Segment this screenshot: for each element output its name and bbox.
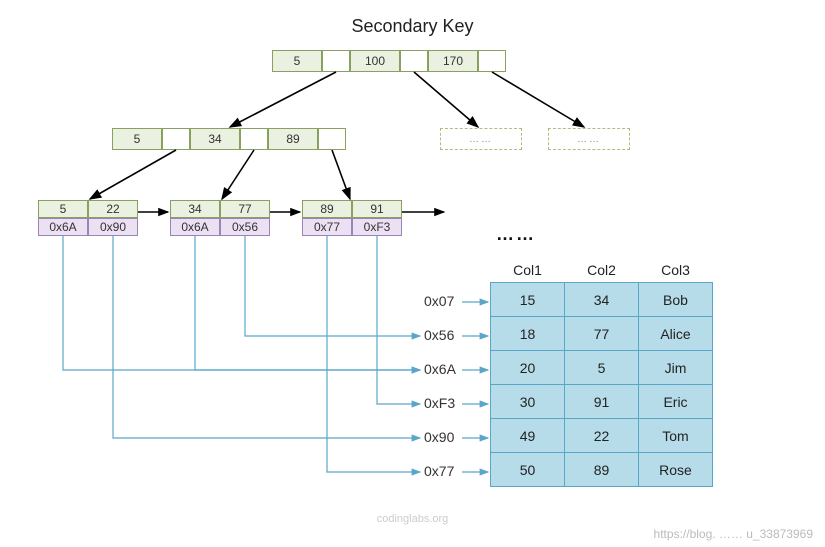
table-cell: Eric [639,385,713,419]
leaf2-key0: 89 [302,200,352,218]
l1-ptr-0 [162,128,190,150]
leaf-node-1: 34 77 0x6A 0x56 [170,200,270,236]
leaf1-ptr0: 0x6A [170,218,220,236]
root-node: 5 100 170 [272,50,506,72]
leaf0-key0: 5 [38,200,88,218]
table-cell: 49 [491,419,565,453]
l1-key-0: 5 [112,128,162,150]
table-cell: 20 [491,351,565,385]
internal-node-placeholder-1: …… [440,128,522,150]
leaf0-ptr1: 0x90 [88,218,138,236]
table-cell: Tom [639,419,713,453]
row-address-label: 0x56 [424,327,454,343]
row-address-label: 0x6A [424,361,456,377]
col-header-3: Col3 [639,258,713,283]
table-cell: 89 [565,453,639,487]
leaf1-key1: 77 [220,200,270,218]
leaf2-ptr0: 0x77 [302,218,352,236]
root-ptr-2 [478,50,506,72]
table-cell: 22 [565,419,639,453]
leaf-node-0: 5 22 0x6A 0x90 [38,200,138,236]
col-header-2: Col2 [565,258,639,283]
watermark-center: codinglabs.org [0,513,825,525]
l1-key-2: 89 [268,128,318,150]
table-row: 5089Rose [491,453,713,487]
root-key-2: 170 [428,50,478,72]
root-key-1: 100 [350,50,400,72]
table-cell: 91 [565,385,639,419]
diagram-title: Secondary Key [0,16,825,37]
root-ptr-1 [400,50,428,72]
data-table: Col1 Col2 Col3 1534Bob1877Alice205Jim309… [490,258,713,487]
leaf2-ptr1: 0xF3 [352,218,402,236]
root-key-0: 5 [272,50,322,72]
l1-ptr-1 [240,128,268,150]
table-cell: 77 [565,317,639,351]
leaf-continuation-dots: …… [496,224,536,245]
table-row: 1877Alice [491,317,713,351]
table-cell: Jim [639,351,713,385]
table-cell: Bob [639,283,713,317]
table-cell: 34 [565,283,639,317]
leaf1-ptr1: 0x56 [220,218,270,236]
leaf1-key0: 34 [170,200,220,218]
root-ptr-0 [322,50,350,72]
leaf0-key1: 22 [88,200,138,218]
table-row: 4922Tom [491,419,713,453]
table-cell: Alice [639,317,713,351]
leaf0-ptr0: 0x6A [38,218,88,236]
table-row: 205Jim [491,351,713,385]
table-cell: 30 [491,385,565,419]
l1-ptr-2 [318,128,346,150]
internal-node-placeholder-2: …… [548,128,630,150]
leaf-node-2: 89 91 0x77 0xF3 [302,200,402,236]
internal-node-left: 5 34 89 [112,128,346,150]
table-cell: 18 [491,317,565,351]
row-address-label: 0x90 [424,429,454,445]
table-cell: 5 [565,351,639,385]
row-address-label: 0x77 [424,463,454,479]
l1-key-1: 34 [190,128,240,150]
row-address-label: 0x07 [424,293,454,309]
table-row: 1534Bob [491,283,713,317]
row-address-label: 0xF3 [424,395,455,411]
table-row: 3091Eric [491,385,713,419]
table-cell: 50 [491,453,565,487]
watermark-right: https://blog. …… u_33873969 [0,527,825,541]
col-header-1: Col1 [491,258,565,283]
table-cell: Rose [639,453,713,487]
leaf2-key1: 91 [352,200,402,218]
table-cell: 15 [491,283,565,317]
